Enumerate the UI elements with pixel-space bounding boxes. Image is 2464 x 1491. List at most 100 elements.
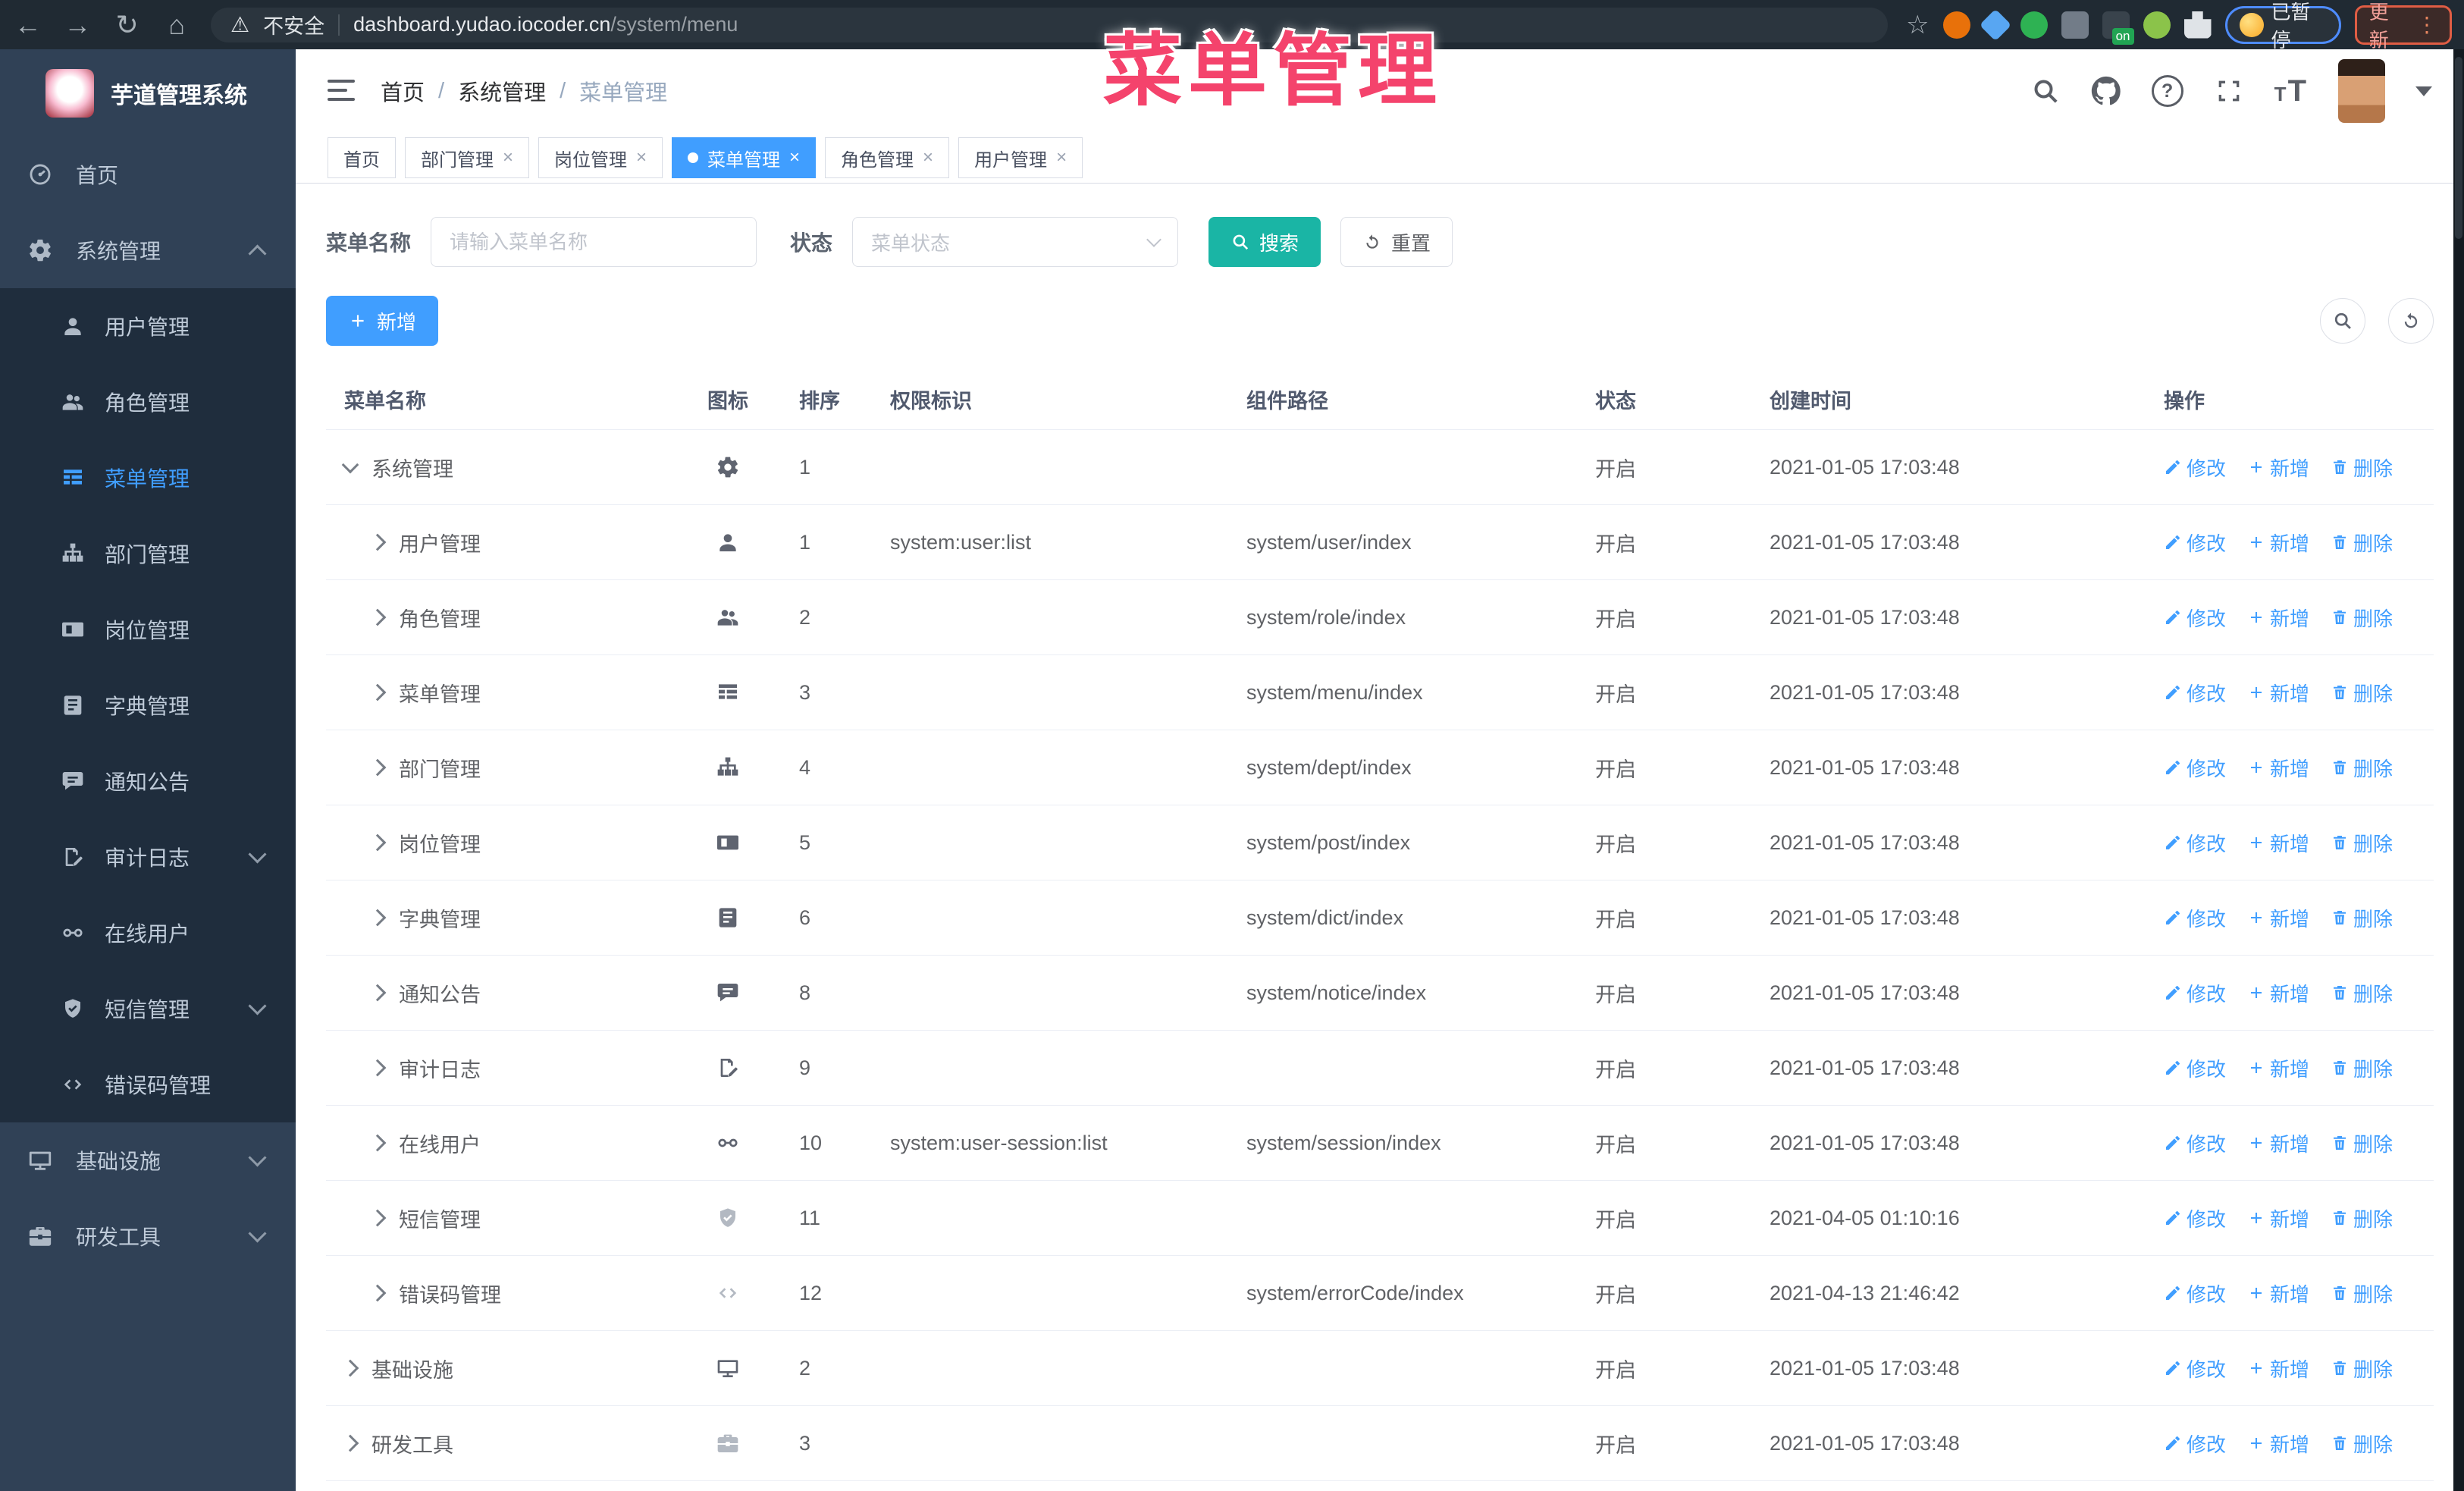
action-修改[interactable]: 修改 (2164, 1204, 2226, 1232)
status-select[interactable]: 菜单状态 (852, 217, 1179, 267)
action-修改[interactable]: 修改 (2164, 1129, 2226, 1157)
action-删除[interactable]: 删除 (2331, 754, 2393, 782)
tab-部门管理[interactable]: 部门管理 × (405, 137, 530, 178)
sidebar-item-用户管理[interactable]: 用户管理 (0, 288, 296, 364)
expand-closed-icon[interactable] (368, 909, 387, 927)
expand-closed-icon[interactable] (368, 1134, 387, 1152)
hamburger-icon[interactable] (328, 80, 355, 102)
action-修改[interactable]: 修改 (2164, 679, 2226, 707)
close-icon[interactable]: × (789, 147, 800, 168)
action-删除[interactable]: 删除 (2331, 1204, 2393, 1232)
action-新增[interactable]: 新增 (2247, 679, 2309, 707)
browser-update-button[interactable]: 更新 ⋮ (2354, 1, 2452, 52)
expand-open-icon[interactable] (341, 456, 359, 474)
action-删除[interactable]: 删除 (2331, 454, 2393, 482)
search-icon[interactable] (2030, 76, 2061, 106)
sidebar-item-审计日志[interactable]: 审计日志 (0, 819, 296, 895)
chevron-down-icon[interactable] (2415, 86, 2432, 96)
circle-orange[interactable] (1942, 11, 1970, 39)
sidebar-item-研发工具[interactable]: 研发工具 (0, 1198, 296, 1274)
action-删除[interactable]: 删除 (2331, 679, 2393, 707)
show-search-button[interactable] (2320, 298, 2365, 344)
sidebar-item-角色管理[interactable]: 角色管理 (0, 364, 296, 440)
action-删除[interactable]: 删除 (2331, 1129, 2393, 1157)
sidebar-item-短信管理[interactable]: 短信管理 (0, 971, 296, 1047)
action-删除[interactable]: 删除 (2331, 604, 2393, 632)
expand-closed-icon[interactable] (368, 533, 387, 551)
sidebar-item-菜单管理[interactable]: 菜单管理 (0, 440, 296, 516)
sidebar-item-错误码管理[interactable]: 错误码管理 (0, 1047, 296, 1122)
refresh-table-button[interactable] (2388, 298, 2434, 344)
action-修改[interactable]: 修改 (2164, 754, 2226, 782)
close-icon[interactable]: × (923, 147, 933, 168)
blocks-gray[interactable] (2061, 11, 2089, 39)
home-icon[interactable]: ⌂ (161, 0, 193, 49)
action-新增[interactable]: 新增 (2247, 1430, 2309, 1458)
robot-green[interactable] (2143, 11, 2171, 39)
close-icon[interactable]: × (503, 147, 513, 168)
github-icon[interactable] (2091, 76, 2121, 106)
action-删除[interactable]: 删除 (2331, 829, 2393, 857)
back-icon[interactable]: ← (12, 0, 44, 49)
action-新增[interactable]: 新增 (2247, 1279, 2309, 1307)
action-新增[interactable]: 新增 (2247, 1204, 2309, 1232)
action-删除[interactable]: 删除 (2331, 1430, 2393, 1458)
expand-closed-icon[interactable] (368, 984, 387, 1002)
tab-岗位管理[interactable]: 岗位管理 × (538, 137, 663, 178)
kebab-menu-icon[interactable]: ⋮ (2416, 12, 2437, 37)
expand-closed-icon[interactable] (368, 608, 387, 626)
action-新增[interactable]: 新增 (2247, 1129, 2309, 1157)
action-修改[interactable]: 修改 (2164, 829, 2226, 857)
expand-closed-icon[interactable] (368, 758, 387, 777)
expand-closed-icon[interactable] (368, 833, 387, 852)
sidebar-item-部门管理[interactable]: 部门管理 (0, 516, 296, 592)
action-删除[interactable]: 删除 (2331, 979, 2393, 1007)
add-button[interactable]: 新增 (326, 296, 439, 346)
expand-closed-icon[interactable] (368, 1209, 387, 1227)
sidebar-item-首页[interactable]: 首页 (0, 137, 296, 212)
sidebar-item-系统管理[interactable]: 系统管理 (0, 212, 296, 288)
bookmark-star-icon[interactable]: ☆ (1906, 10, 1929, 40)
action-修改[interactable]: 修改 (2164, 1054, 2226, 1082)
action-修改[interactable]: 修改 (2164, 1354, 2226, 1383)
action-新增[interactable]: 新增 (2247, 754, 2309, 782)
action-新增[interactable]: 新增 (2247, 454, 2309, 482)
help-icon[interactable]: ? (2151, 75, 2183, 107)
reset-button[interactable]: 重置 (1340, 217, 1453, 267)
action-修改[interactable]: 修改 (2164, 604, 2226, 632)
search-button[interactable]: 搜索 (1208, 217, 1321, 267)
action-修改[interactable]: 修改 (2164, 529, 2226, 557)
action-删除[interactable]: 删除 (2331, 1054, 2393, 1082)
action-新增[interactable]: 新增 (2247, 1354, 2309, 1383)
action-新增[interactable]: 新增 (2247, 529, 2309, 557)
expand-closed-icon[interactable] (368, 1059, 387, 1077)
extensions-puzzle[interactable] (2183, 11, 2212, 39)
expand-closed-icon[interactable] (341, 1359, 359, 1377)
action-修改[interactable]: 修改 (2164, 979, 2226, 1007)
circle-green-check[interactable] (2020, 11, 2048, 39)
action-新增[interactable]: 新增 (2247, 604, 2309, 632)
gem-blue[interactable] (1979, 8, 2011, 41)
action-删除[interactable]: 删除 (2331, 529, 2393, 557)
fullscreen-icon[interactable] (2214, 76, 2244, 106)
tab-用户管理[interactable]: 用户管理 × (958, 137, 1083, 178)
action-修改[interactable]: 修改 (2164, 904, 2226, 932)
address-bar[interactable]: ⚠ 不安全 dashboard.yudao.iocoder.cn/system/… (211, 7, 1888, 42)
profile-paused-button[interactable]: 已暂停 (2224, 1, 2341, 52)
action-新增[interactable]: 新增 (2247, 1054, 2309, 1082)
action-删除[interactable]: 删除 (2331, 1354, 2393, 1383)
menu-name-input[interactable] (431, 217, 757, 267)
action-新增[interactable]: 新增 (2247, 904, 2309, 932)
close-icon[interactable]: × (636, 147, 647, 168)
expand-closed-icon[interactable] (368, 1284, 387, 1302)
action-修改[interactable]: 修改 (2164, 1430, 2226, 1458)
tab-角色管理[interactable]: 角色管理 × (825, 137, 950, 178)
tab-菜单管理[interactable]: 菜单管理 × (672, 137, 817, 178)
reload-icon[interactable]: ↻ (111, 0, 143, 49)
forward-icon[interactable]: → (62, 0, 94, 49)
sidebar-item-字典管理[interactable]: 字典管理 (0, 667, 296, 743)
panel-dark[interactable]: on (2102, 11, 2134, 45)
breadcrumb-item[interactable]: 首页 (381, 75, 425, 107)
action-新增[interactable]: 新增 (2247, 979, 2309, 1007)
action-删除[interactable]: 删除 (2331, 1279, 2393, 1307)
